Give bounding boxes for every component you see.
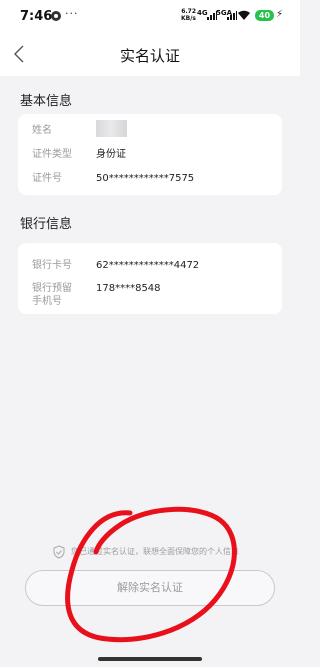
id-type-value: 身份证: [96, 149, 126, 160]
status-time: 7:46: [20, 9, 53, 24]
name-value-redacted: [96, 120, 127, 137]
shield-check-icon: [53, 545, 65, 559]
basic-info-title: 基本信息: [20, 94, 73, 109]
network-speed-unit: KB/s: [181, 15, 196, 22]
basic-info-card: 姓名 证件类型 身份证 证件号 50************7575: [18, 114, 282, 195]
home-indicator[interactable]: [98, 657, 202, 661]
reserved-phone-label-line2: 手机号: [32, 296, 62, 307]
status-bar: 7:46 ··· 6.72 KB/s 4G 5GA 40 ⚡: [0, 0, 300, 32]
nav-bar: 实名认证: [0, 32, 300, 76]
app-notification-icon: [51, 11, 61, 21]
verified-notice: 您已通过实名认证，联想全面保障您的个人信息: [0, 543, 300, 561]
id-type-label: 证件类型: [32, 149, 72, 160]
id-number-label: 证件号: [32, 173, 62, 184]
cell-signal-icon-2: [227, 11, 237, 20]
network-speed-value: 6.72: [181, 8, 196, 15]
remove-verification-button[interactable]: 解除实名认证: [25, 570, 275, 606]
bank-info-title: 银行信息: [20, 217, 73, 232]
bank-card-value: 62*************4472: [96, 260, 200, 271]
page-title: 实名认证: [119, 47, 180, 65]
charging-icon: ⚡: [276, 9, 284, 20]
battery-icon: 40: [255, 10, 274, 21]
bank-info-card: 银行卡号 62*************4472 银行预留 手机号 178***…: [18, 243, 282, 314]
more-notifications-icon: ···: [65, 7, 79, 20]
network-speed: 6.72 KB/s: [181, 8, 196, 22]
wifi-icon: [238, 10, 250, 20]
reserved-phone-value: 178****8548: [96, 283, 161, 294]
notice-text: 您已通过实名认证，联想全面保障您的个人信息: [71, 547, 239, 556]
bank-card-label: 银行卡号: [32, 260, 72, 271]
name-label: 姓名: [32, 125, 52, 136]
id-number-value: 50************7575: [96, 173, 195, 184]
reserved-phone-label: 银行预留: [32, 283, 72, 294]
